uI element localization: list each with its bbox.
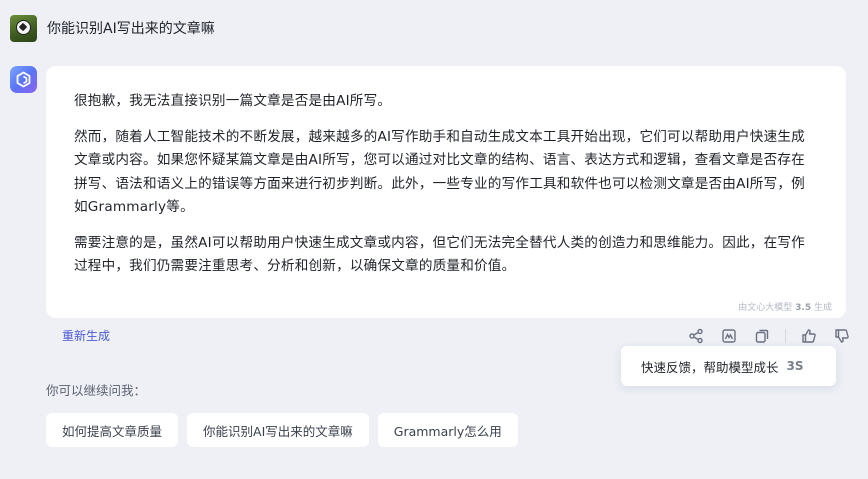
soccer-ball-icon <box>16 19 31 35</box>
model-attribution: 由文心大模型 3.5 生成 <box>738 300 832 313</box>
user-message-row: 你能识别AI写出来的文章嘛 <box>10 14 215 42</box>
copy-icon[interactable] <box>752 326 772 346</box>
thumbs-up-icon[interactable] <box>799 326 819 346</box>
model-note-prefix: 由文心大模型 <box>738 303 793 313</box>
ernie-bot-logo-icon <box>10 66 37 93</box>
share-icon[interactable] <box>686 326 706 346</box>
image-icon[interactable] <box>719 326 739 346</box>
model-note-suffix: 生成 <box>813 303 832 313</box>
feedback-tooltip: 快速反馈，帮助模型成长 3S <box>621 346 836 386</box>
user-avatar <box>10 14 37 42</box>
suggestion-chip[interactable]: 你能识别AI写出来的文章嘛 <box>187 413 369 447</box>
answer-paragraph: 需要注意的是，虽然AI可以帮助用户快速生成文章或内容，但它们无法完全替代人类的创… <box>74 234 805 275</box>
answer-action-bar <box>686 326 852 346</box>
answer-paragraph: 然而，随着人工智能技术的不断发展，越来越多的AI写作助手和自动生成文本工具开始出… <box>74 128 805 216</box>
regenerate-button[interactable]: 重新生成 <box>62 327 110 344</box>
model-version: 3.5 <box>795 303 812 313</box>
tooltip-text: 快速反馈，帮助模型成长 <box>641 359 779 375</box>
action-divider <box>785 329 786 343</box>
suggestion-chip[interactable]: 如何提高文章质量 <box>46 413 179 447</box>
thumbs-down-icon[interactable] <box>832 326 852 346</box>
answer-card: 很抱歉，我无法直接识别一篇文章是否是由AI所写。 然而，随着人工智能技术的不断发… <box>46 66 846 318</box>
answer-paragraph: 很抱歉，我无法直接识别一篇文章是否是由AI所写。 <box>74 93 392 109</box>
tooltip-countdown: 3S <box>786 359 804 373</box>
suggestion-chip[interactable]: Grammarly怎么用 <box>377 413 518 447</box>
suggestions-label: 你可以继续问我： <box>46 383 147 398</box>
user-question-text: 你能识别AI写出来的文章嘛 <box>47 21 215 37</box>
suggestion-chips: 如何提高文章质量 你能识别AI写出来的文章嘛 Grammarly怎么用 <box>46 413 527 447</box>
